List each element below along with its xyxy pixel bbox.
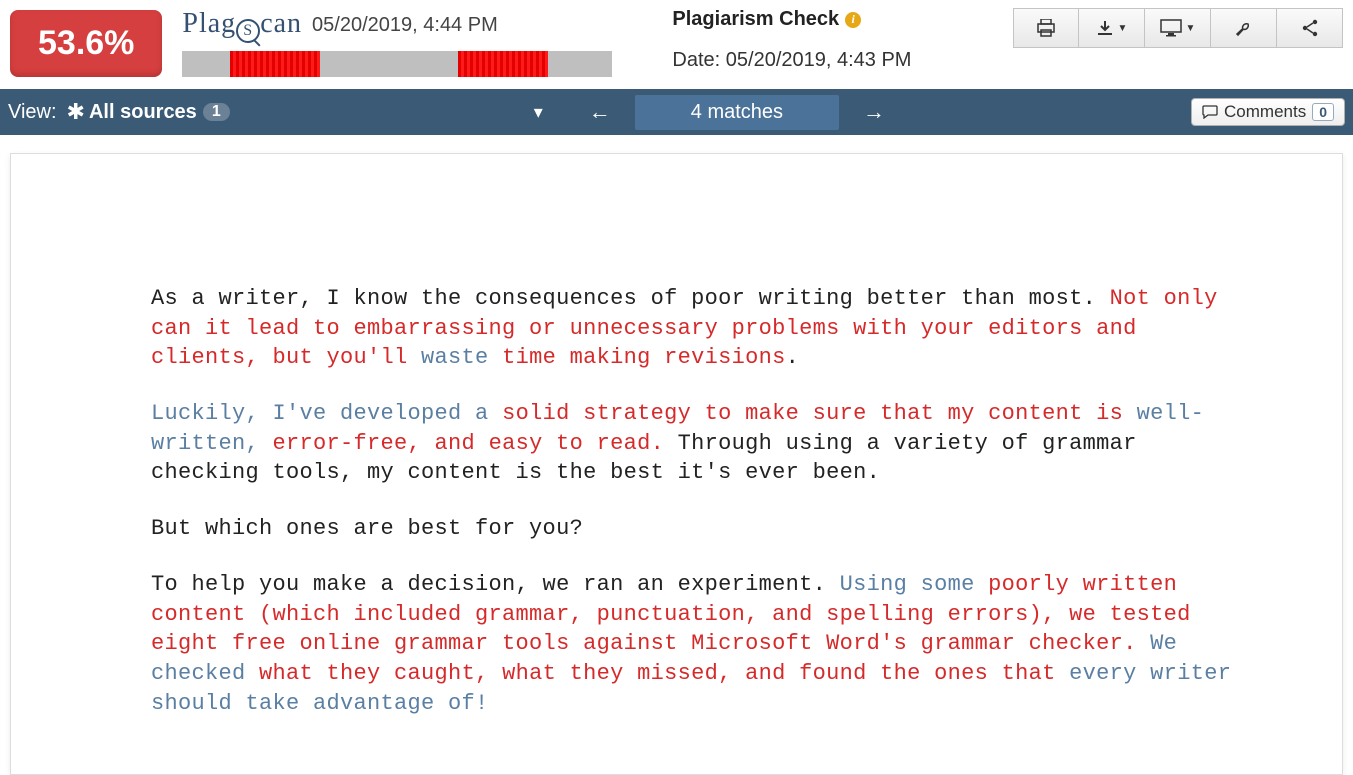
settings-button[interactable] bbox=[1211, 8, 1277, 48]
upload-timestamp: 05/20/2019, 4:44 PM bbox=[312, 14, 498, 37]
paragraph: As a writer, I know the consequences of … bbox=[151, 284, 1242, 373]
plagiarism-bar bbox=[182, 51, 612, 77]
plagiarism-percentage-badge: 53.6% bbox=[10, 10, 162, 77]
paragraph: Luckily, I've developed a solid strategy… bbox=[151, 399, 1242, 488]
comments-button[interactable]: Comments 0 bbox=[1191, 98, 1345, 126]
match-highlight[interactable]: Using some bbox=[840, 572, 989, 597]
wrench-icon bbox=[1234, 18, 1254, 38]
caret-down-icon: ▼ bbox=[1186, 23, 1196, 34]
check-info: Plagiarism Check i Date: 05/20/2019, 4:4… bbox=[672, 8, 911, 72]
asterisk-icon: ✱ bbox=[67, 99, 85, 125]
paragraph: To help you make a decision, we ran an e… bbox=[151, 570, 1242, 718]
monitor-icon bbox=[1160, 19, 1182, 37]
comments-count: 0 bbox=[1312, 103, 1334, 121]
prev-match-arrow[interactable]: ← bbox=[565, 99, 635, 125]
document-page: As a writer, I know the consequences of … bbox=[10, 153, 1343, 775]
match-highlight[interactable]: time making revisions bbox=[502, 345, 786, 370]
view-label: View: bbox=[8, 101, 57, 124]
source-count-badge: 1 bbox=[203, 103, 230, 121]
brand-column: PlagScan 05/20/2019, 4:44 PM bbox=[182, 8, 612, 77]
plagiarism-segment bbox=[458, 51, 548, 77]
comment-icon bbox=[1202, 105, 1218, 119]
check-date: Date: 05/20/2019, 4:43 PM bbox=[672, 49, 911, 72]
all-sources-toggle[interactable]: All sources bbox=[89, 101, 197, 124]
download-icon bbox=[1096, 19, 1114, 37]
brand-logo: PlagScan bbox=[182, 8, 302, 43]
document-container: As a writer, I know the consequences of … bbox=[0, 135, 1353, 775]
match-highlight[interactable]: Luckily, I've developed a bbox=[151, 401, 502, 426]
match-highlight[interactable]: solid strategy to make sure that my cont… bbox=[502, 401, 1137, 426]
next-match-arrow[interactable]: → bbox=[839, 99, 909, 125]
check-title: Plagiarism Check i bbox=[672, 8, 911, 31]
print-icon bbox=[1036, 19, 1056, 37]
paragraph: But which ones are best for you? bbox=[151, 514, 1242, 544]
screen-button[interactable]: ▼ bbox=[1145, 8, 1211, 48]
caret-down-icon: ▼ bbox=[1118, 23, 1128, 34]
info-icon[interactable]: i bbox=[845, 12, 861, 28]
toolbar: ▼ ▼ bbox=[1013, 8, 1343, 48]
view-navbar: View: ✱ All sources 1 ▾ ← 4 matches → Co… bbox=[0, 89, 1353, 135]
expand-chevron[interactable]: ▾ bbox=[512, 102, 565, 123]
match-highlight[interactable]: waste bbox=[421, 345, 502, 370]
print-button[interactable] bbox=[1013, 8, 1079, 48]
match-highlight[interactable]: error-free, and easy to read. bbox=[273, 431, 678, 456]
matches-button[interactable]: 4 matches bbox=[635, 95, 839, 130]
share-button[interactable] bbox=[1277, 8, 1343, 48]
match-highlight[interactable]: what they caught, what they missed, and … bbox=[259, 661, 1069, 686]
plagiarism-segment bbox=[230, 51, 320, 77]
header-bar: 53.6% PlagScan 05/20/2019, 4:44 PM Plagi… bbox=[0, 0, 1353, 89]
download-button[interactable]: ▼ bbox=[1079, 8, 1145, 48]
share-icon bbox=[1300, 18, 1320, 38]
